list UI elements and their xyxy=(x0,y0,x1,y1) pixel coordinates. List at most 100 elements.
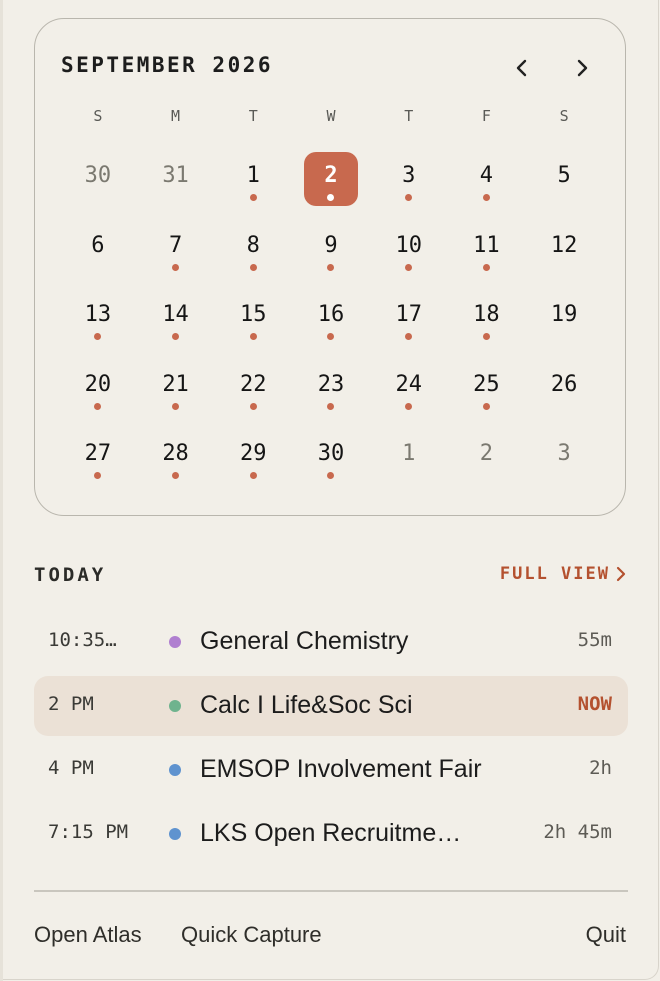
event-duration: 2h 45m xyxy=(543,821,612,843)
day[interactable]: 12 xyxy=(537,222,591,276)
day-number: 4 xyxy=(479,163,494,188)
chevron-left-icon xyxy=(516,59,527,77)
event-indicator-dot xyxy=(172,333,180,341)
calendar-color-dot xyxy=(169,828,181,840)
day-number: 8 xyxy=(246,232,260,258)
day[interactable]: 9 xyxy=(304,222,358,276)
day-cell: 29 xyxy=(214,427,292,497)
day-cell: 13 xyxy=(59,288,137,358)
event-indicator-dot xyxy=(249,194,257,201)
event-row[interactable]: 7:15 PM LKS Open Recruitme… 2h 45m xyxy=(34,804,628,864)
day[interactable]: 15 xyxy=(226,291,280,345)
day[interactable]: 19 xyxy=(537,291,591,345)
day[interactable]: 18 xyxy=(459,291,513,345)
event-indicator-dot xyxy=(327,194,335,201)
event-indicator-dot xyxy=(172,263,180,271)
day[interactable]: 16 xyxy=(304,291,358,345)
day-cell: 11 xyxy=(448,219,526,289)
day[interactable]: 7 xyxy=(149,222,203,276)
day[interactable]: 13 xyxy=(71,291,125,345)
day[interactable]: 30 xyxy=(71,152,125,206)
day-number: 6 xyxy=(91,232,105,258)
day[interactable]: 25 xyxy=(459,361,513,415)
day-cell: 1 xyxy=(370,427,448,497)
day[interactable]: 5 xyxy=(537,152,591,206)
event-indicator-dot xyxy=(94,472,102,480)
day-number: 30 xyxy=(317,441,345,467)
event-row[interactable]: 2 PM Calc I Life&Soc Sci NOW xyxy=(34,676,628,736)
event-duration: 55m xyxy=(577,629,612,651)
day[interactable]: 29 xyxy=(226,430,280,484)
month-title: SEPTEMBER 2026 xyxy=(61,53,274,77)
calendar-color-dot xyxy=(169,636,181,648)
day[interactable]: 27 xyxy=(71,430,125,484)
event-indicator-dot xyxy=(249,402,257,410)
day[interactable]: 1 xyxy=(226,152,280,206)
day[interactable]: 8 xyxy=(226,222,280,276)
day[interactable]: 6 xyxy=(71,222,125,276)
day[interactable]: 10 xyxy=(382,222,436,276)
day-cell: 25 xyxy=(448,358,526,428)
day[interactable]: 31 xyxy=(149,152,203,206)
day[interactable]: 17 xyxy=(382,291,436,345)
weekday-label: T xyxy=(248,107,258,125)
day[interactable]: 20 xyxy=(71,361,125,415)
event-indicator-dot xyxy=(327,472,335,480)
selected-day[interactable]: 2 xyxy=(303,152,358,206)
open-atlas-button[interactable]: Open Atlas xyxy=(34,922,142,948)
day-cell: 6 xyxy=(59,219,137,289)
day[interactable]: 30 xyxy=(304,430,358,484)
weekday-label: S xyxy=(93,107,103,125)
day-number: 25 xyxy=(473,371,500,397)
day[interactable]: 2 xyxy=(459,430,513,484)
previous-month-button[interactable] xyxy=(507,53,537,83)
day-cell: 17 xyxy=(370,288,448,358)
event-indicator-dot xyxy=(327,402,335,410)
day[interactable]: 4 xyxy=(459,152,513,206)
event-title: LKS Open Recruitme… xyxy=(200,819,462,847)
event-row[interactable]: 10:35… General Chemistry 55m xyxy=(34,612,628,672)
day[interactable]: 24 xyxy=(382,361,436,415)
day-number: 5 xyxy=(557,163,571,188)
full-view-link[interactable]: FULL VIEW xyxy=(500,564,626,584)
next-month-button[interactable] xyxy=(567,53,597,83)
event-time: 10:35… xyxy=(48,629,117,651)
day[interactable]: 22 xyxy=(226,361,280,415)
today-heading: TODAY xyxy=(34,564,107,586)
event-indicator-dot xyxy=(405,194,413,201)
event-indicator-dot xyxy=(482,333,490,341)
event-duration: 2h xyxy=(589,757,612,779)
day-cell: 3 xyxy=(370,149,448,219)
quit-button[interactable]: Quit xyxy=(586,922,626,948)
day-grid: 30 31 1 2 3 4 5 6 7 8 9 10 11 12 13 14 15 16 17 18 19 20 21 22 2… xyxy=(59,149,603,497)
day-cell: 24 xyxy=(370,358,448,428)
event-indicator-dot xyxy=(482,263,490,271)
event-title: EMSOP Involvement Fair xyxy=(200,755,482,783)
day-number: 16 xyxy=(317,302,345,328)
event-indicator-dot xyxy=(482,194,490,201)
day-number: 28 xyxy=(162,441,189,467)
day-number: 10 xyxy=(395,232,422,258)
event-row[interactable]: 4 PM EMSOP Involvement Fair 2h xyxy=(34,740,628,800)
event-indicator-dot xyxy=(327,263,335,271)
day[interactable]: 21 xyxy=(149,361,203,415)
day[interactable]: 28 xyxy=(149,430,203,484)
day[interactable]: 14 xyxy=(149,291,203,345)
quick-capture-button[interactable]: Quick Capture xyxy=(181,922,322,948)
day-number: 7 xyxy=(168,232,183,258)
day[interactable]: 11 xyxy=(459,222,513,276)
day[interactable]: 3 xyxy=(537,430,591,484)
weekday-label: F xyxy=(481,107,491,125)
day[interactable]: 3 xyxy=(382,152,436,206)
event-indicator-dot xyxy=(405,333,413,341)
chevron-right-icon xyxy=(577,59,588,77)
day-number: 19 xyxy=(550,302,578,328)
day[interactable]: 1 xyxy=(382,430,436,484)
day-cell: 10 xyxy=(370,219,448,289)
day[interactable]: 26 xyxy=(537,361,591,415)
event-indicator-dot xyxy=(405,402,413,410)
day[interactable]: 23 xyxy=(304,361,358,415)
day-cell: 30 xyxy=(59,149,137,219)
weekday-label: T xyxy=(404,107,414,125)
day-number: 3 xyxy=(557,441,571,467)
